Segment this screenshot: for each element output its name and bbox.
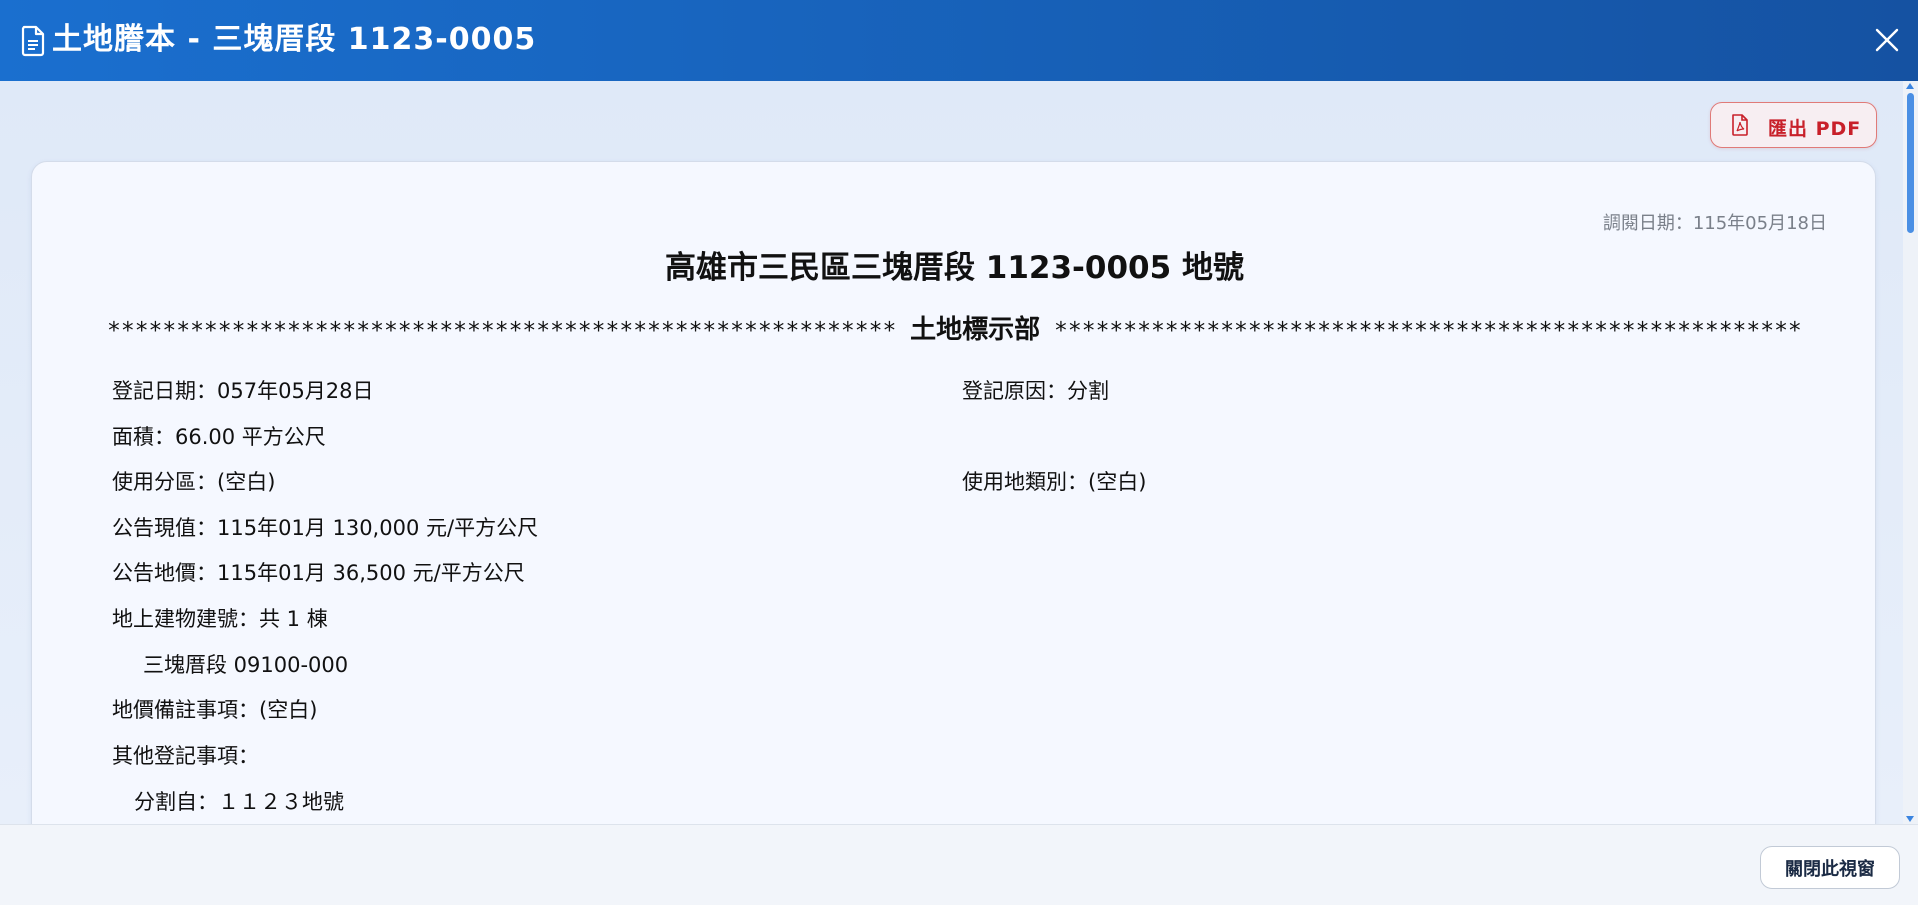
field-land-use-category: 使用地類別：(空白) bbox=[962, 470, 1147, 494]
section-name: 土地標示部 bbox=[910, 315, 1041, 345]
modal-body: 匯出 PDF 調閱日期：115年05月18日 高雄市三民區三塊厝段 1123-0… bbox=[0, 81, 1918, 824]
view-date: 調閱日期：115年05月18日 bbox=[1602, 213, 1827, 234]
section-header-land-description: ****************************************… bbox=[107, 309, 1802, 346]
field-other-registration: 其他登記事項： bbox=[112, 744, 259, 768]
document-icon bbox=[20, 25, 46, 57]
section-stars-right: ****************************************… bbox=[1054, 318, 1802, 344]
scrollbar-thumb[interactable] bbox=[1907, 93, 1914, 233]
field-buildings-on-land: 地上建物建號：共 1 棟 bbox=[112, 607, 328, 631]
field-area: 面積：66.00 平方公尺 bbox=[112, 425, 326, 449]
field-register-reason: 登記原因：分割 bbox=[962, 379, 1109, 403]
export-pdf-button[interactable]: 匯出 PDF bbox=[1710, 102, 1877, 148]
export-pdf-label: 匯出 PDF bbox=[1768, 118, 1862, 140]
transcript-paper: 調閱日期：115年05月18日 高雄市三民區三塊厝段 1123-0005 地號 … bbox=[31, 161, 1876, 824]
modal-titlebar: 土地謄本 - 三塊厝段 1123-0005 bbox=[0, 0, 1918, 81]
modal-title: 土地謄本 - 三塊厝段 1123-0005 bbox=[52, 22, 537, 57]
close-window-button[interactable]: 關閉此視窗 bbox=[1760, 846, 1900, 889]
close-icon[interactable] bbox=[1870, 23, 1904, 57]
scroll-up-arrow-icon[interactable] bbox=[1906, 83, 1914, 89]
field-land-price-remarks: 地價備註事項：(空白) bbox=[112, 698, 318, 722]
field-building-number: 三塊厝段 09100-000 bbox=[143, 653, 349, 677]
field-announced-current-value: 公告現值：115年01月 130,000 元/平方公尺 bbox=[112, 516, 539, 540]
document-title: 高雄市三民區三塊厝段 1123-0005 地號 bbox=[664, 250, 1244, 286]
section-stars-left: ****************************************… bbox=[107, 318, 897, 344]
vertical-scrollbar[interactable] bbox=[1903, 81, 1918, 824]
scroll-down-arrow-icon[interactable] bbox=[1906, 816, 1914, 822]
modal-footer: 關閉此視窗 bbox=[0, 824, 1918, 905]
field-register-date: 登記日期：057年05月28日 bbox=[112, 379, 374, 403]
field-split-from: 分割自：１１２３地號 bbox=[134, 790, 344, 814]
field-announced-land-price: 公告地價：115年01月 36,500 元/平方公尺 bbox=[112, 561, 525, 585]
field-zoning: 使用分區：(空白) bbox=[112, 470, 276, 494]
pdf-icon bbox=[1731, 114, 1749, 136]
land-transcript-modal: 土地謄本 - 三塊厝段 1123-0005 匯出 PDF 調閱日期：115年05… bbox=[0, 0, 1918, 905]
